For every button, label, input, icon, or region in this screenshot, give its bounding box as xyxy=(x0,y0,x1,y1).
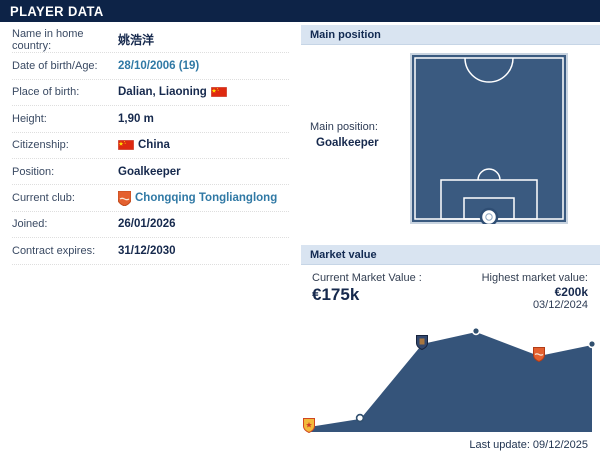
info-value[interactable]: Chongqing Tonglianglong xyxy=(117,190,278,207)
highest-market-value-date: 03/12/2024 xyxy=(532,299,588,311)
info-value-text: 1,90 m xyxy=(118,112,154,125)
table-row: Citizenship: China xyxy=(12,133,289,159)
club-crest-orange-icon xyxy=(117,190,132,207)
chart-point-crest-gold-icon[interactable] xyxy=(303,418,315,434)
pitch-graphic xyxy=(410,53,568,224)
current-market-value: €175k xyxy=(312,285,360,304)
info-value: 26/01/2026 xyxy=(118,218,176,230)
info-value-text: 28/10/2006 (19) xyxy=(118,60,200,73)
info-value-text: 26/01/2026 xyxy=(118,218,176,231)
info-label: Place of birth: xyxy=(12,86,80,99)
chart-point-dot[interactable] xyxy=(471,326,481,336)
chart-point-dot[interactable] xyxy=(587,339,597,349)
page-header-bar: PLAYER DATA xyxy=(0,0,600,22)
table-row: Name in home country: 姚浩洋 xyxy=(12,27,289,54)
chart-area-fill xyxy=(309,331,592,432)
table-row: Joined: 26/01/2026 xyxy=(12,212,289,239)
info-value-text: China xyxy=(138,139,170,152)
main-position-panel-title: Main position xyxy=(310,28,381,41)
last-update-text: Last update: 09/12/2025 xyxy=(469,439,588,451)
info-value-text: Goalkeeper xyxy=(118,165,181,178)
current-market-value-label: Current Market Value : xyxy=(312,272,422,284)
china-flag-icon xyxy=(117,140,135,151)
info-value: 1,90 m xyxy=(118,113,154,125)
info-value: 姚浩洋 xyxy=(118,31,154,48)
info-label: Height: xyxy=(12,112,47,125)
goalkeeper-position-marker-inner xyxy=(485,213,493,221)
info-label: Name in home country: xyxy=(12,27,84,52)
table-row: Place of birth: Dalian, Liaoning xyxy=(12,80,289,107)
info-label: Contract expires: xyxy=(12,244,96,257)
info-value: Goalkeeper xyxy=(118,166,181,178)
player-data-page: PLAYER DATA Name in home country: 姚浩洋 Date… xyxy=(0,0,600,463)
info-label: Position: xyxy=(12,165,55,178)
info-value: Dalian, Liaoning xyxy=(118,86,228,99)
chart-point-open-dot[interactable] xyxy=(355,413,365,423)
table-row: Position: Goalkeeper xyxy=(12,159,289,186)
info-label: Citizenship: xyxy=(12,139,69,152)
info-label: Joined: xyxy=(12,218,48,231)
info-value-text: 姚浩洋 xyxy=(118,33,155,48)
market-value-panel-header: Market value xyxy=(301,245,600,265)
table-row: Current club: Chongqing Tonglianglong xyxy=(12,185,289,212)
info-label: Current club: xyxy=(12,192,75,205)
info-value-text: 31/12/2030 xyxy=(118,244,176,257)
china-flag-icon xyxy=(210,87,228,98)
main-position-label: Main position: xyxy=(310,121,378,133)
china-flag-icon xyxy=(117,140,135,151)
page-title: PLAYER DATA xyxy=(10,3,104,19)
info-value-text: Chongqing Tonglianglong xyxy=(135,192,278,205)
info-value-text: Dalian, Liaoning xyxy=(118,86,207,99)
club-crest-orange-icon xyxy=(117,190,132,207)
table-row: Contract expires: 31/12/2030 xyxy=(12,238,289,265)
main-position-value: Goalkeeper xyxy=(316,137,379,149)
player-info-table: Name in home country: 姚浩洋 Date of birth/Ag… xyxy=(0,22,297,463)
table-row: Height: 1,90 m xyxy=(12,106,289,133)
table-row: Date of birth/Age: 28/10/2006 (19) xyxy=(12,53,289,80)
highest-market-value-label: Highest market value: xyxy=(481,272,588,284)
info-value: China xyxy=(117,139,170,152)
chart-point-crest-orange-icon[interactable] xyxy=(533,347,545,363)
info-value: 31/12/2030 xyxy=(118,245,176,257)
info-label: Date of birth/Age: xyxy=(12,60,98,73)
highest-market-value: €200k xyxy=(554,285,588,299)
info-value[interactable]: 28/10/2006 (19) xyxy=(118,60,199,72)
china-flag-icon xyxy=(210,87,228,98)
market-value-chart[interactable] xyxy=(303,312,597,437)
chart-point-crest-navy-icon[interactable] xyxy=(416,335,428,351)
market-value-panel-title: Market value xyxy=(310,248,377,261)
main-position-panel-header: Main position xyxy=(301,25,600,45)
